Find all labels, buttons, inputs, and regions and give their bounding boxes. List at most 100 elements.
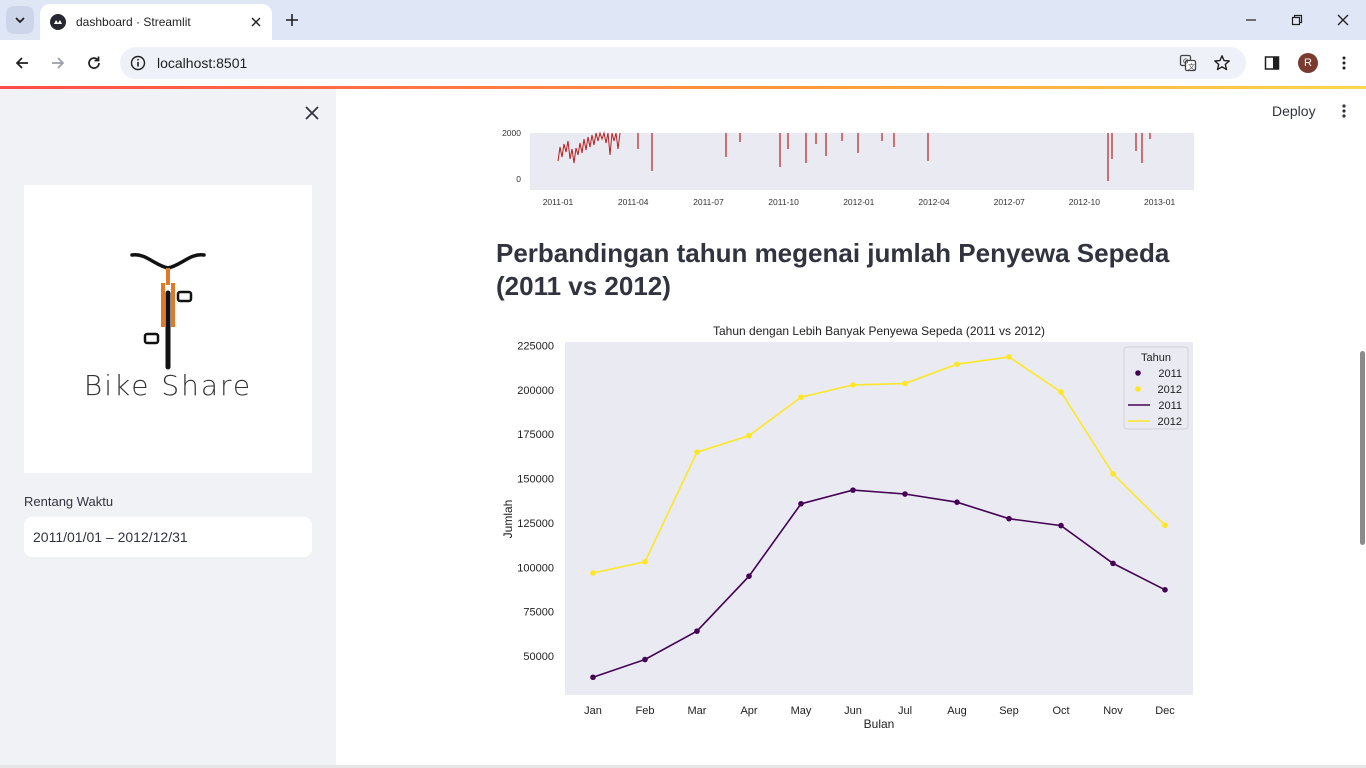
- browser-menu-button[interactable]: [1332, 51, 1356, 75]
- y-tick-label: 75000: [523, 607, 554, 619]
- browser-tab[interactable]: dashboard · Streamlit: [40, 4, 272, 40]
- url-text: localhost:8501: [157, 55, 248, 71]
- x-tick-label: Jun: [844, 705, 862, 717]
- side-panel-button[interactable]: [1260, 51, 1284, 75]
- address-bar[interactable]: localhost:8501 G文: [120, 47, 1246, 79]
- data-point-2011: [954, 499, 960, 505]
- y-tick-label: 125000: [517, 518, 554, 530]
- data-point-2012: [590, 570, 596, 576]
- kebab-menu-icon: [1342, 56, 1346, 70]
- daily-rentals-chart: 2000 0 2011-01 2011-04 2011-07 2011-10 2012-0…: [502, 128, 1194, 207]
- data-point-2011: [1162, 587, 1168, 593]
- data-point-2012: [850, 382, 856, 388]
- x-tick-label: 2012-01: [843, 197, 874, 207]
- data-point-2011: [694, 628, 700, 634]
- x-tick-label: Sep: [999, 705, 1019, 717]
- translate-icon: G文: [1179, 54, 1197, 72]
- y-tick-label: 225000: [517, 341, 554, 353]
- date-range-input[interactable]: 2011/01/01 – 2012/12/31: [24, 517, 312, 557]
- x-tick-label: 2013-01: [1144, 197, 1175, 207]
- close-icon: [305, 106, 319, 120]
- arrow-left-icon: [15, 57, 28, 69]
- x-tick-label: 2011-10: [768, 197, 799, 207]
- data-point-2012: [798, 394, 804, 400]
- y-tick-label: 2000: [502, 128, 521, 138]
- data-point-2011: [850, 487, 856, 493]
- data-point-2011: [1006, 515, 1012, 522]
- deploy-button[interactable]: Deploy: [1266, 101, 1322, 121]
- minimize-button[interactable]: [1241, 10, 1261, 30]
- new-tab-button[interactable]: [282, 10, 302, 30]
- legend-label: 2011: [1158, 400, 1182, 412]
- close-icon: [1337, 14, 1349, 26]
- forward-button[interactable]: [46, 51, 70, 75]
- bookmark-button[interactable]: [1212, 53, 1232, 73]
- bicycle-icon: [130, 253, 206, 370]
- tab-title: dashboard · Streamlit: [76, 15, 191, 29]
- data-point-2012: [694, 449, 700, 455]
- x-tick-label: 2012-07: [994, 197, 1025, 207]
- browser-toolbar: localhost:8501 G文 R: [0, 40, 1366, 86]
- restore-icon: [1291, 14, 1303, 26]
- x-tick-label: 2011-04: [618, 197, 649, 207]
- x-tick-label: 2011-07: [693, 197, 724, 207]
- section-title: Perbandingan tahun megenai jumlah Penyew…: [496, 238, 1170, 301]
- minimize-icon: [1246, 19, 1256, 21]
- data-point-2012: [902, 380, 908, 387]
- chevron-down-icon: [15, 17, 25, 24]
- data-point-2012: [1058, 389, 1064, 395]
- browser-tab-strip: dashboard · Streamlit: [0, 0, 1366, 40]
- tab-search-button[interactable]: [6, 6, 34, 34]
- plot-area: [565, 342, 1193, 695]
- chart-title: Tahun dengan Lebih Banyak Penyewa Sepeda…: [713, 324, 1045, 338]
- x-tick-label: Nov: [1103, 705, 1123, 717]
- data-point-2012: [746, 432, 752, 439]
- x-tick-label: Mar: [688, 705, 707, 717]
- reload-button[interactable]: [82, 51, 106, 75]
- logo-text: Bike Share: [83, 369, 253, 402]
- site-info-button[interactable]: [128, 53, 148, 73]
- x-tick-label: Jan: [584, 705, 602, 717]
- legend-marker: [1135, 386, 1141, 392]
- legend-title: Tahun: [1141, 352, 1171, 364]
- star-icon: [1214, 55, 1230, 71]
- streamlit-favicon-icon: [50, 14, 66, 30]
- translate-button[interactable]: G文: [1178, 53, 1198, 73]
- main-menu-button[interactable]: [1334, 101, 1354, 121]
- x-tick-label: 2012-04: [918, 197, 949, 207]
- x-tick-label: 2011-01: [543, 197, 574, 207]
- profile-button[interactable]: R: [1296, 51, 1320, 75]
- bike-share-logo: Bike Share: [24, 185, 312, 473]
- x-tick-label: Aug: [947, 705, 967, 717]
- yearly-comparison-chart: Tahun dengan Lebih Banyak Penyewa Sepeda…: [501, 324, 1193, 731]
- sidebar-close-button[interactable]: [300, 101, 324, 125]
- x-tick-label: Feb: [636, 705, 655, 717]
- data-point-2012: [1162, 522, 1168, 529]
- data-point-2012: [1006, 354, 1012, 360]
- date-range-label: Rentang Waktu: [24, 494, 114, 509]
- data-point-2011: [642, 656, 648, 663]
- reload-icon: [88, 56, 100, 69]
- x-axis-label: Bulan: [864, 717, 895, 731]
- legend-marker: [1135, 370, 1141, 376]
- main-content: Deploy 2000 0 2011-01 2011-04 2011-07 2011-1…: [336, 89, 1366, 768]
- y-tick-label: 100000: [517, 562, 554, 574]
- data-point-2011: [1058, 522, 1064, 529]
- kebab-menu-icon: [1342, 104, 1346, 118]
- x-tick-label: May: [791, 705, 812, 717]
- y-tick-label: 50000: [523, 651, 554, 663]
- restore-button[interactable]: [1287, 10, 1307, 30]
- close-window-button[interactable]: [1333, 10, 1353, 30]
- scrollbar[interactable]: [1360, 351, 1365, 545]
- data-point-2012: [954, 361, 960, 367]
- back-button[interactable]: [10, 51, 34, 75]
- legend-label: 2012: [1158, 384, 1182, 396]
- info-icon: [130, 55, 146, 71]
- x-tick-label: Dec: [1155, 705, 1175, 717]
- tab-close-button[interactable]: [248, 14, 264, 30]
- side-panel-icon: [1264, 56, 1280, 70]
- y-axis-label: Jumlah: [501, 500, 515, 539]
- data-point-2011: [798, 500, 804, 507]
- plot-area: [530, 133, 1194, 190]
- data-point-2011: [1110, 560, 1116, 567]
